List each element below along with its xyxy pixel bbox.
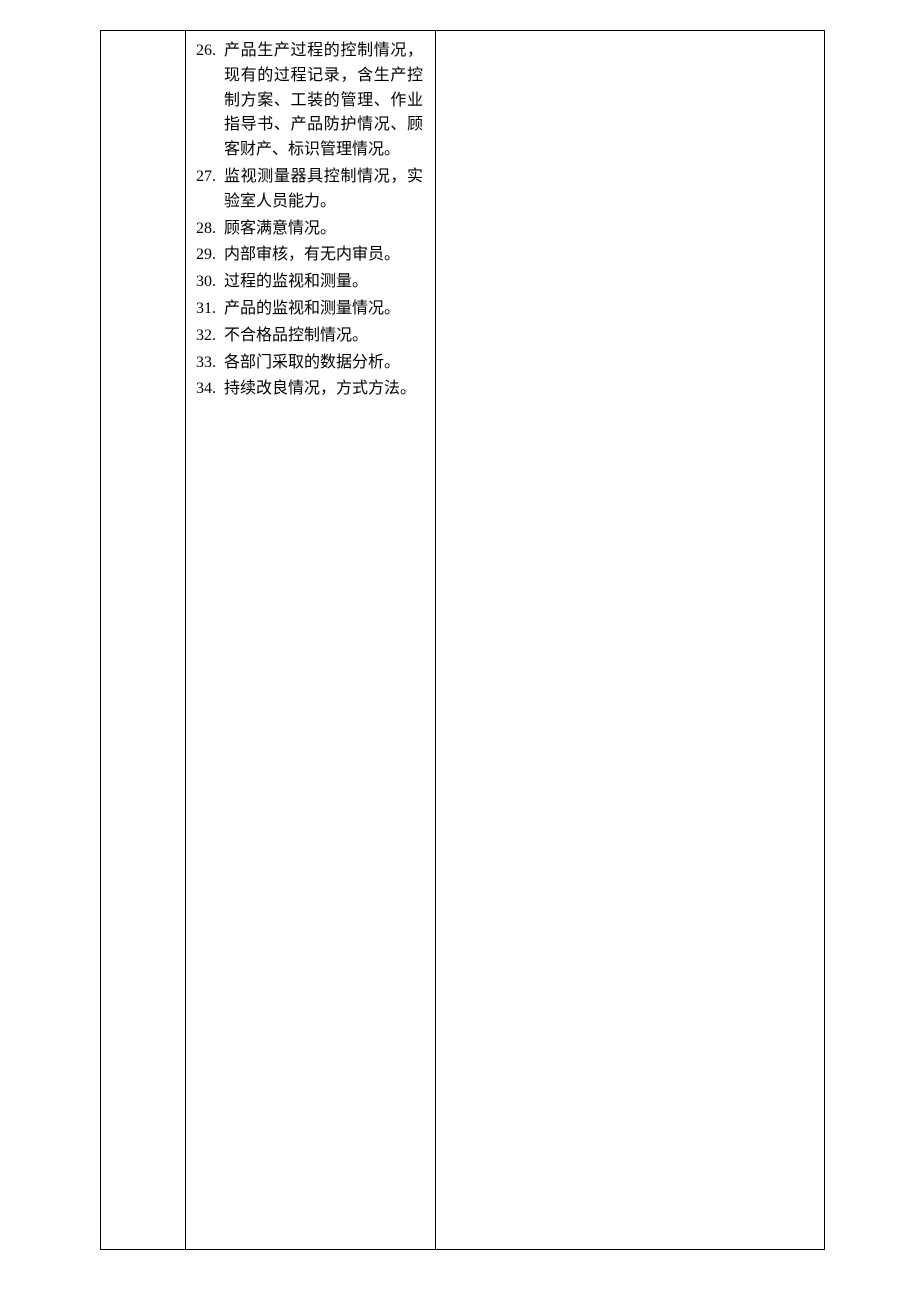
item-text: 顾客满意情况。 — [224, 217, 423, 242]
list-item: 26. 产品生产过程的控制情况，现有的过程记录，含生产控制方案、工装的管理、作业… — [196, 39, 423, 163]
table-col2: 26. 产品生产过程的控制情况，现有的过程记录，含生产控制方案、工装的管理、作业… — [186, 31, 436, 1250]
item-text: 内部审核，有无内审员。 — [224, 243, 423, 268]
list-item: 34. 持续改良情况，方式方法。 — [196, 377, 423, 402]
table-col3 — [436, 31, 825, 1250]
item-text: 过程的监视和测量。 — [224, 270, 423, 295]
table-col1 — [101, 31, 186, 1250]
item-text: 不合格品控制情况。 — [224, 324, 423, 349]
list-item: 29. 内部审核，有无内审员。 — [196, 243, 423, 268]
item-number: 33. — [196, 351, 224, 376]
item-text: 产品的监视和测量情况。 — [224, 297, 423, 322]
list-item: 27. 监视测量器具控制情况，实验室人员能力。 — [196, 165, 423, 215]
item-number: 26. — [196, 39, 224, 163]
document-table: 26. 产品生产过程的控制情况，现有的过程记录，含生产控制方案、工装的管理、作业… — [100, 30, 825, 1250]
item-number: 32. — [196, 324, 224, 349]
list-item: 32. 不合格品控制情况。 — [196, 324, 423, 349]
item-number: 28. — [196, 217, 224, 242]
item-text: 监视测量器具控制情况，实验室人员能力。 — [224, 165, 423, 215]
item-number: 34. — [196, 377, 224, 402]
list-item: 28. 顾客满意情况。 — [196, 217, 423, 242]
item-text: 产品生产过程的控制情况，现有的过程记录，含生产控制方案、工装的管理、作业指导书、… — [224, 39, 423, 163]
list-item: 30. 过程的监视和测量。 — [196, 270, 423, 295]
item-number: 30. — [196, 270, 224, 295]
list-item: 31. 产品的监视和测量情况。 — [196, 297, 423, 322]
item-number: 27. — [196, 165, 224, 215]
list-content: 26. 产品生产过程的控制情况，现有的过程记录，含生产控制方案、工装的管理、作业… — [186, 31, 435, 412]
item-number: 31. — [196, 297, 224, 322]
item-text: 各部门采取的数据分析。 — [224, 351, 423, 376]
item-text: 持续改良情况，方式方法。 — [224, 377, 423, 402]
list-item: 33. 各部门采取的数据分析。 — [196, 351, 423, 376]
item-number: 29. — [196, 243, 224, 268]
